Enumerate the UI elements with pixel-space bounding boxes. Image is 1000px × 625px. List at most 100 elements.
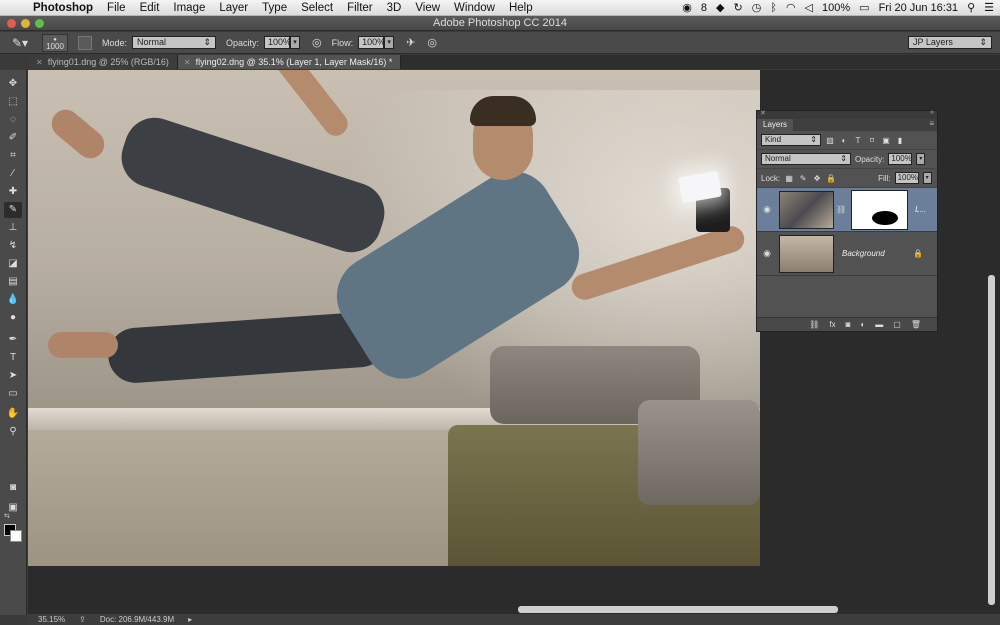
gradient-tool-icon[interactable]: ▤ xyxy=(4,274,22,290)
close-tab-icon[interactable]: ✕ xyxy=(36,58,43,67)
fill-arrow[interactable]: ▾ xyxy=(922,172,932,184)
layer-name[interactable]: Background xyxy=(842,249,885,258)
menu-window[interactable]: Window xyxy=(447,2,502,14)
new-layer-icon[interactable]: ▢ xyxy=(893,320,901,329)
layer-thumbnail[interactable] xyxy=(779,190,834,229)
tab-flying02[interactable]: ✕ flying02.dng @ 35.1% (Layer 1, Layer M… xyxy=(177,55,402,69)
type-filter-icon[interactable]: T xyxy=(853,136,863,145)
airbrush-icon[interactable]: ✈ xyxy=(406,36,415,49)
menu-view[interactable]: View xyxy=(408,2,447,14)
sync-icon[interactable]: ↻ xyxy=(734,0,743,16)
opacity-input[interactable]: 100% xyxy=(264,36,291,49)
menu-edit[interactable]: Edit xyxy=(133,2,167,14)
layer-name[interactable]: L... xyxy=(915,205,926,214)
menu-3d[interactable]: 3D xyxy=(380,2,409,14)
battery-percent[interactable]: 100% xyxy=(822,2,850,14)
clone-stamp-tool-icon[interactable]: ⊥ xyxy=(4,220,22,236)
delete-layer-icon[interactable]: 🗑 xyxy=(911,320,921,329)
lock-all-icon[interactable]: 🔒 xyxy=(826,174,836,183)
volume-icon[interactable]: ◁ xyxy=(805,0,813,16)
pressure-opacity-icon[interactable]: ◎ xyxy=(312,36,322,49)
menu-filter[interactable]: Filter xyxy=(340,2,380,14)
menu-layer[interactable]: Layer xyxy=(212,2,255,14)
zoom-tool-icon[interactable]: ⚲ xyxy=(4,424,22,440)
type-tool-icon[interactable]: T xyxy=(4,350,22,366)
menu-image[interactable]: Image xyxy=(166,2,212,14)
layer-row-layer1[interactable]: ◉ ⛓ L... xyxy=(757,188,937,232)
mask-link-icon[interactable]: ⛓ xyxy=(836,205,846,214)
menu-type[interactable]: Type xyxy=(255,2,294,14)
visibility-eye-icon[interactable]: ◉ xyxy=(757,204,777,215)
horizontal-scrollbar[interactable] xyxy=(518,606,838,613)
filter-kind-select[interactable]: Kind ⇕ xyxy=(761,134,821,146)
canvas-image[interactable] xyxy=(28,70,760,566)
flow-input[interactable]: 100% xyxy=(358,36,385,49)
list-icon[interactable]: ☰ xyxy=(984,0,994,16)
crop-tool-icon[interactable]: ⌗ xyxy=(4,148,22,164)
lock-transparent-icon[interactable]: ▦ xyxy=(784,174,794,183)
link-layers-icon[interactable]: ⛓ xyxy=(809,320,819,329)
brush-size-picker[interactable]: 1000 xyxy=(42,28,68,52)
fill-input[interactable]: 100% xyxy=(894,172,919,184)
hand-tool-icon[interactable]: ✋ xyxy=(4,406,22,422)
wifi-icon[interactable]: ◠ xyxy=(786,0,796,16)
add-mask-icon[interactable]: ◙ xyxy=(846,320,851,329)
share-icon[interactable]: ⇪ xyxy=(79,615,86,624)
lock-image-icon[interactable]: ✎ xyxy=(798,174,808,183)
marquee-tool-icon[interactable]: ⬚ xyxy=(4,94,22,110)
menu-app-name[interactable]: Photoshop xyxy=(26,2,100,14)
vertical-scrollbar[interactable] xyxy=(988,275,995,605)
menu-help[interactable]: Help xyxy=(502,2,540,14)
flow-dropdown-arrow[interactable]: ▾ xyxy=(384,36,395,49)
search-icon[interactable]: ⚲ xyxy=(967,0,975,16)
screen-mode-icon[interactable]: ▣ xyxy=(4,500,22,516)
close-tab-icon[interactable]: ✕ xyxy=(184,58,191,67)
mode-select[interactable]: Normal ⇕ xyxy=(132,36,217,49)
pen-tool-icon[interactable]: ✒ xyxy=(4,332,22,348)
dropbox-icon[interactable]: ◆ xyxy=(716,0,724,16)
healing-brush-tool-icon[interactable]: ✚ xyxy=(4,184,22,200)
dodge-tool-icon[interactable]: ● xyxy=(4,310,22,326)
menu-file[interactable]: File xyxy=(100,2,133,14)
lasso-tool-icon[interactable]: ◌ xyxy=(4,112,22,128)
background-color-swatch[interactable] xyxy=(10,530,22,542)
zoom-level[interactable]: 35.15% xyxy=(38,615,65,624)
eyedropper-tool-icon[interactable]: ⁄ xyxy=(4,166,22,182)
panel-menu-icon[interactable]: ≡ xyxy=(929,119,934,128)
pressure-size-icon[interactable]: ◎ xyxy=(427,36,437,49)
adjustment-filter-icon[interactable]: ◐ xyxy=(839,136,849,145)
workspace-select[interactable]: JP Layers ⇕ xyxy=(908,36,992,49)
blur-tool-icon[interactable]: 💧 xyxy=(4,292,22,308)
layer-opacity-input[interactable]: 100% xyxy=(888,153,913,165)
layer-thumbnail[interactable] xyxy=(779,234,834,273)
new-group-icon[interactable]: ▬ xyxy=(875,320,883,329)
brush-panel-toggle[interactable] xyxy=(78,35,92,50)
eye-icon[interactable]: ◉ xyxy=(682,0,692,16)
collapse-panel-icon[interactable]: » xyxy=(930,109,934,116)
layer-opacity-arrow[interactable]: ▾ xyxy=(916,153,926,165)
blend-mode-select[interactable]: Normal ⇕ xyxy=(761,153,851,165)
fx-icon[interactable]: fx xyxy=(829,320,835,329)
eraser-tool-icon[interactable]: ◪ xyxy=(4,256,22,272)
shape-tool-icon[interactable]: ▭ xyxy=(4,386,22,402)
filter-toggle-icon[interactable]: ▮ xyxy=(895,136,905,145)
menu-select[interactable]: Select xyxy=(294,2,340,14)
move-tool-icon[interactable]: ✥ xyxy=(4,76,22,92)
clock-icon[interactable]: ◷ xyxy=(752,0,762,16)
shape-filter-icon[interactable]: ⌑ xyxy=(867,136,877,145)
brush-preset-icon[interactable]: ✎▾ xyxy=(6,36,34,50)
close-panel-icon[interactable]: ✕ xyxy=(760,109,766,117)
visibility-eye-icon[interactable]: ◉ xyxy=(757,248,777,259)
smart-object-filter-icon[interactable]: ▣ xyxy=(881,136,891,145)
quick-mask-icon[interactable]: ◙ xyxy=(4,480,22,496)
history-brush-tool-icon[interactable]: ↯ xyxy=(4,238,22,254)
tab-flying01[interactable]: ✕ flying01.dng @ 25% (RGB/16) xyxy=(30,55,178,69)
brush-tool-icon[interactable]: ✎ xyxy=(4,202,22,218)
pixel-filter-icon[interactable]: ▨ xyxy=(825,136,835,145)
quick-select-tool-icon[interactable]: ✐ xyxy=(4,130,22,146)
path-select-tool-icon[interactable]: ➤ xyxy=(4,368,22,384)
layer-row-background[interactable]: ◉ Background 🔒 xyxy=(757,232,937,276)
lock-position-icon[interactable]: ✥ xyxy=(812,174,822,183)
opacity-dropdown-arrow[interactable]: ▾ xyxy=(290,36,301,49)
bluetooth-icon[interactable]: ᛒ xyxy=(770,0,777,16)
